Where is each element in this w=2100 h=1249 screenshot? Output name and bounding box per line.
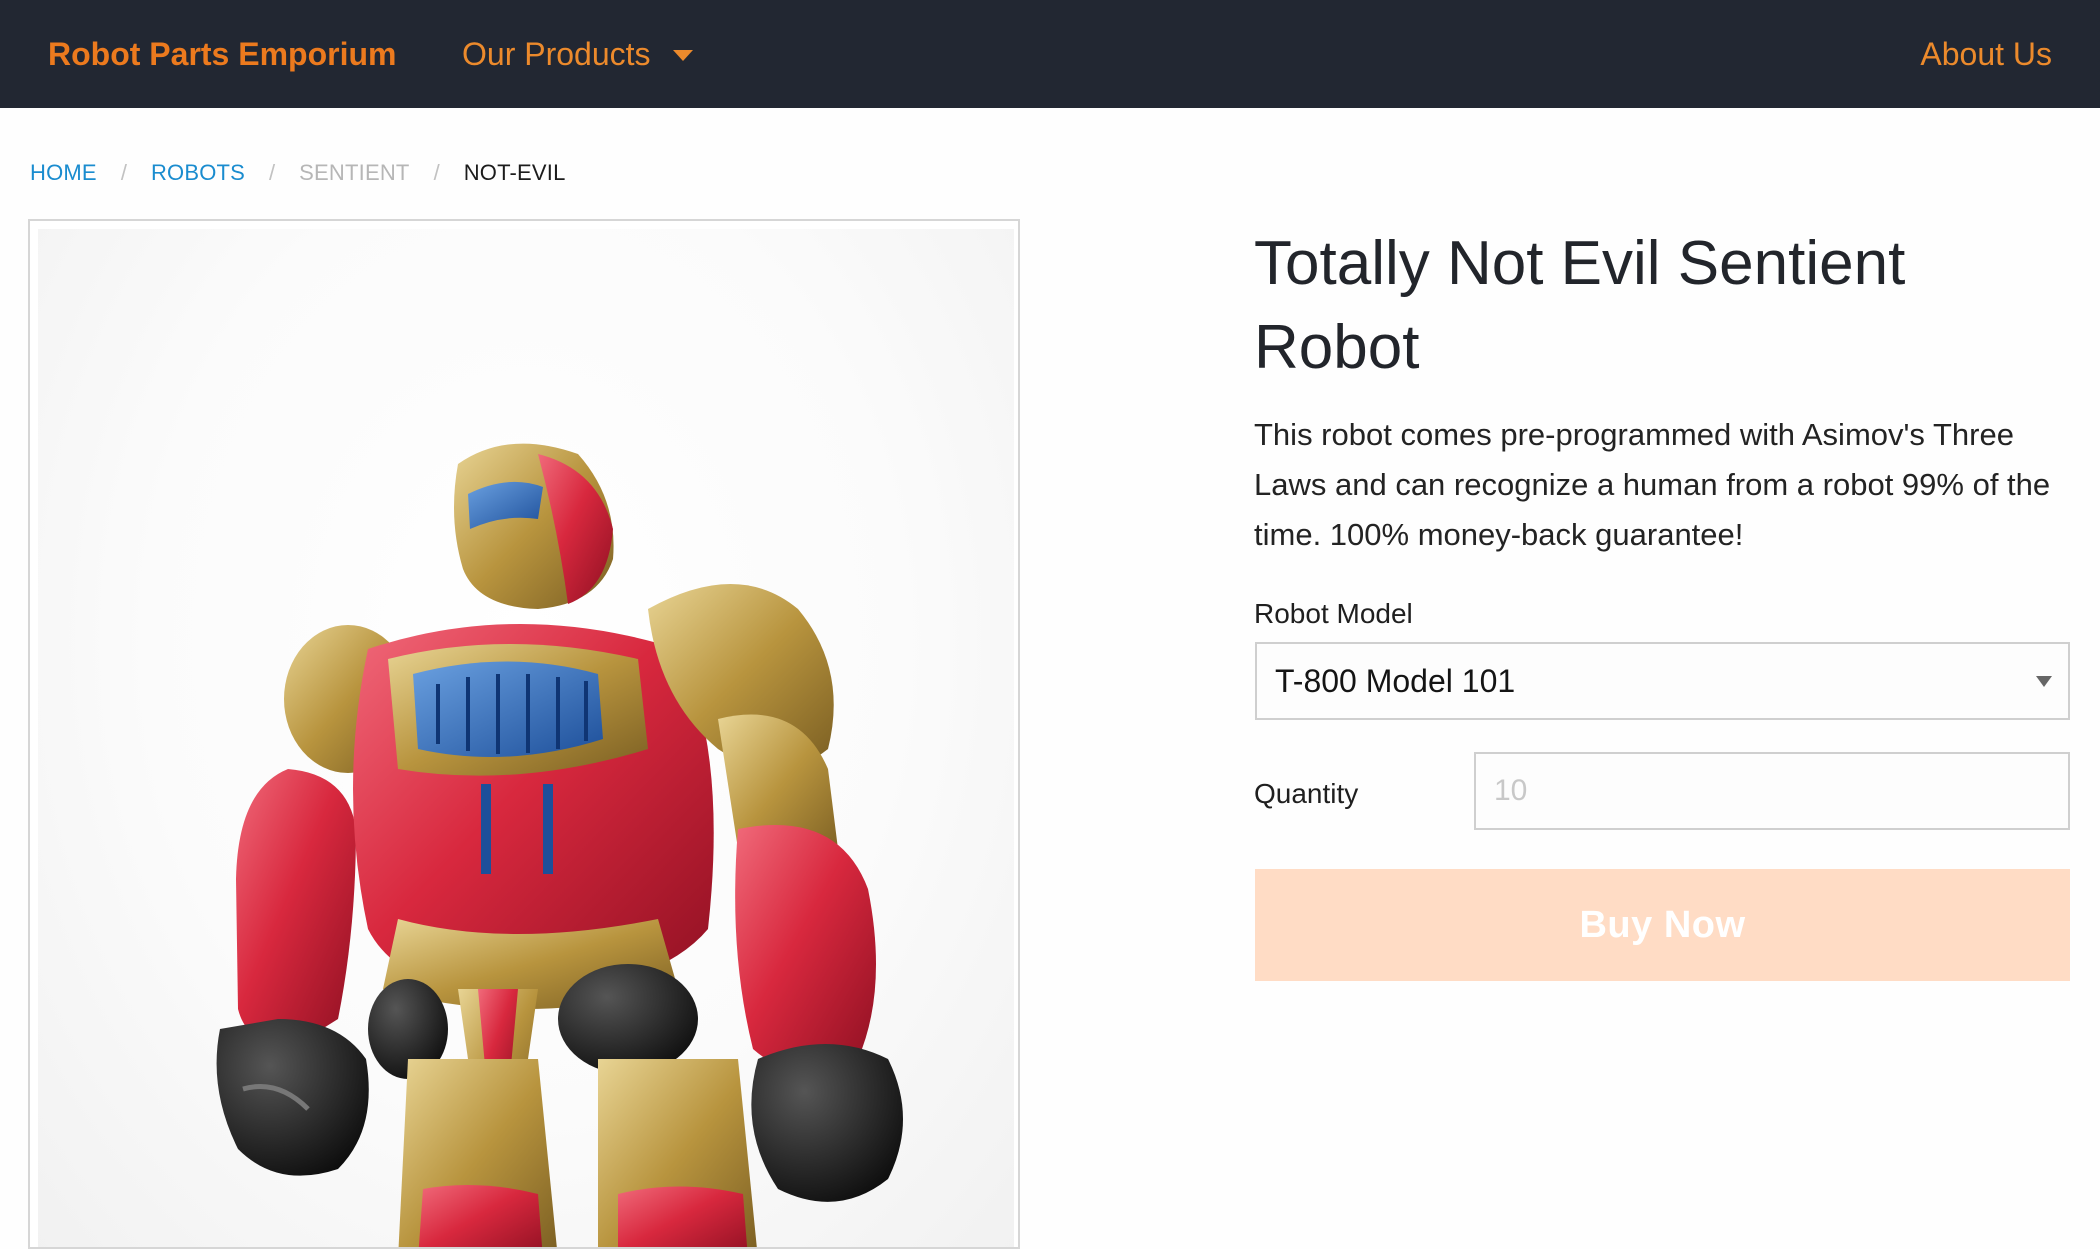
about-us-link[interactable]: About Us bbox=[1920, 0, 2052, 108]
top-navigation-bar: Robot Parts Emporium Our Products About … bbox=[0, 0, 2100, 108]
breadcrumb-robots[interactable]: ROBOTS bbox=[151, 160, 245, 186]
product-image-frame bbox=[28, 219, 1020, 1249]
our-products-label: Our Products bbox=[462, 35, 651, 72]
breadcrumb-separator: / bbox=[269, 160, 276, 185]
product-description: This robot comes pre-programmed with Asi… bbox=[1254, 417, 2051, 552]
our-products-menu[interactable]: Our Products bbox=[462, 0, 693, 108]
breadcrumb: HOME / ROBOTS / SENTIENT / NOT-EVIL bbox=[30, 158, 566, 188]
breadcrumb-sentient: SENTIENT bbox=[299, 160, 410, 185]
product-photo-robot[interactable] bbox=[38, 229, 1014, 1247]
robot-illustration bbox=[216, 443, 903, 1247]
robot-model-selected-value: T-800 Model 101 bbox=[1275, 663, 1516, 699]
robot-model-select[interactable]: T-800 Model 101 bbox=[1255, 642, 2070, 720]
caret-down-icon bbox=[672, 49, 693, 61]
select-arrow-icon bbox=[2036, 676, 2052, 687]
breadcrumb-home[interactable]: HOME bbox=[30, 160, 97, 186]
breadcrumb-separator: / bbox=[120, 160, 127, 185]
brand-logo-link[interactable]: Robot Parts Emporium bbox=[48, 0, 396, 108]
breadcrumb-separator: / bbox=[433, 160, 440, 185]
product-title: Totally Not Evil Sentient Robot bbox=[1254, 229, 1906, 382]
quantity-input[interactable] bbox=[1474, 752, 2070, 830]
breadcrumb-current-not-evil: NOT-EVIL bbox=[463, 160, 566, 185]
buy-now-button[interactable]: Buy Now bbox=[1255, 869, 2070, 981]
robot-model-label: Robot Model bbox=[1254, 598, 1413, 629]
quantity-label: Quantity bbox=[1254, 778, 1359, 809]
